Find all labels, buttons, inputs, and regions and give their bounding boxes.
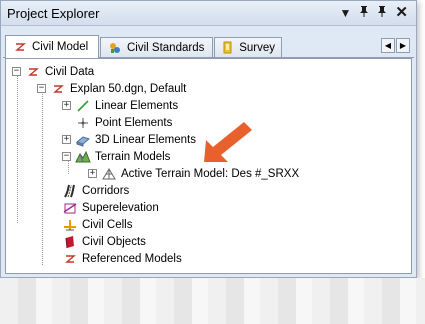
tree-item-model[interactable]: − Explan 50.dgn, Default <box>37 80 186 97</box>
tree-item-civil-data[interactable]: − Civil Data <box>12 63 94 80</box>
tree-item-label: Civil Cells <box>82 218 133 231</box>
collapse-icon[interactable]: − <box>62 152 71 161</box>
civil-cells-icon <box>62 217 78 233</box>
active-terrain-model-icon <box>101 166 117 182</box>
tab-label: Survey <box>239 41 275 54</box>
tree-item-label: Explan 50.dgn, Default <box>70 82 187 95</box>
tree-item-label: Terrain Models <box>95 150 171 163</box>
title-bar: Project Explorer ▼ ✕ <box>1 1 416 26</box>
tree-item-terrain-models[interactable]: − Terrain Models <box>62 148 170 165</box>
tree-item-label: Point Elements <box>95 116 173 129</box>
3d-linear-elements-icon <box>75 132 91 148</box>
tree-item-label: 3D Linear Elements <box>95 133 196 146</box>
tree-connector <box>17 73 18 223</box>
collapse-icon[interactable]: − <box>37 84 46 93</box>
tab-civil-model[interactable]: Civil Model <box>5 35 99 58</box>
autohide-icon[interactable] <box>377 5 387 20</box>
civil-model-icon <box>12 39 28 55</box>
civil-model-tree: − Civil Data − Explan 50.dgn, Default + … <box>5 58 412 274</box>
civil-standards-icon <box>107 40 123 56</box>
civil-data-icon <box>25 64 41 80</box>
tree-item-label: Active Terrain Model: Des #_SRXX <box>121 167 300 180</box>
background-area <box>0 278 425 324</box>
tree-item-corridors[interactable]: Corridors <box>62 182 129 199</box>
tree-connector <box>42 89 43 265</box>
tree-item-superelevation[interactable]: Superelevation <box>62 199 159 216</box>
expand-icon[interactable]: + <box>62 135 71 144</box>
tree-item-active-terrain-model[interactable]: + Active Terrain Model: Des #_SRXX <box>88 165 299 182</box>
terrain-models-icon <box>75 149 91 165</box>
expand-icon[interactable]: + <box>62 101 71 110</box>
tree-item-linear-elements[interactable]: + Linear Elements <box>62 97 178 114</box>
tree-item-3d-linear-elements[interactable]: + 3D Linear Elements <box>62 131 196 148</box>
tab-scroll-left-button[interactable]: ◀ <box>381 38 395 53</box>
tree-item-referenced-models[interactable]: Referenced Models <box>62 250 182 267</box>
tree-item-label: Corridors <box>82 184 130 197</box>
tree-item-point-elements[interactable]: Point Elements <box>75 114 172 131</box>
referenced-models-icon <box>62 251 78 267</box>
tab-civil-standards[interactable]: Civil Standards <box>100 37 213 57</box>
tree-item-label: Civil Objects <box>82 235 146 248</box>
tab-scroll-right-button[interactable]: ▶ <box>396 38 410 53</box>
linear-elements-icon <box>75 98 91 114</box>
tree-item-civil-objects[interactable]: Civil Objects <box>62 233 146 250</box>
survey-icon <box>221 40 235 56</box>
dropdown-icon[interactable]: ▼ <box>340 6 352 20</box>
civil-objects-icon <box>62 234 78 250</box>
tab-label: Civil Standards <box>127 41 205 54</box>
expand-icon[interactable]: + <box>88 169 97 178</box>
close-icon[interactable]: ✕ <box>395 5 408 20</box>
tree-item-label: Linear Elements <box>95 99 179 112</box>
point-elements-icon <box>75 115 91 131</box>
collapse-icon[interactable]: − <box>12 67 21 76</box>
model-icon <box>50 81 66 97</box>
tree-item-label: Civil Data <box>45 65 95 78</box>
tab-survey[interactable]: Survey <box>214 37 282 57</box>
panel-title: Project Explorer <box>7 6 100 21</box>
superelevation-icon <box>62 200 78 216</box>
tab-label: Civil Model <box>32 41 89 53</box>
corridors-icon <box>62 183 78 199</box>
tree-item-label: Referenced Models <box>82 252 182 265</box>
annotation-arrow-icon <box>204 122 252 162</box>
tree-item-civil-cells[interactable]: Civil Cells <box>62 216 132 233</box>
tab-strip: Civil Model Civil Standards Survey ◀ ▶ <box>3 35 414 58</box>
pin-icon[interactable] <box>359 5 369 20</box>
tree-item-label: Superelevation <box>82 201 159 214</box>
